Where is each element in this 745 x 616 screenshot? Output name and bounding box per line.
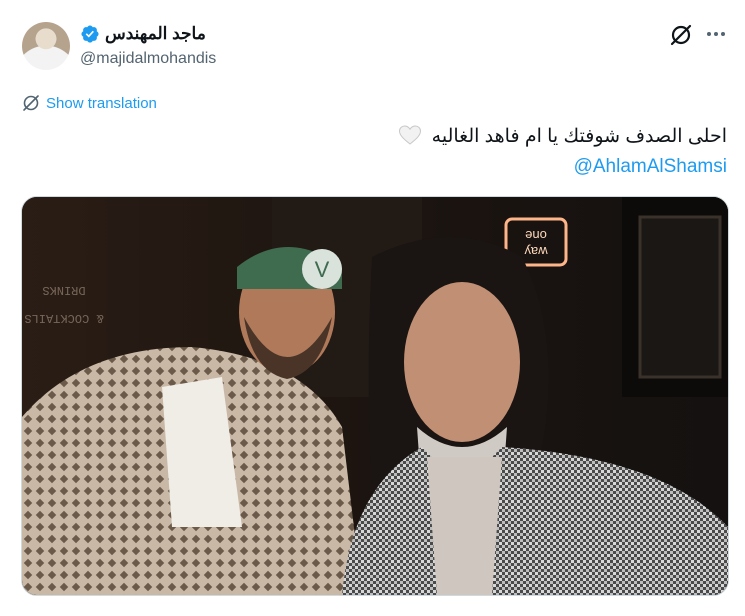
tweet-photo[interactable]: one way DRINKS & COCKTAILS V — [21, 196, 729, 596]
mention-link[interactable]: @AhlamAlShamsi — [574, 152, 727, 181]
verified-badge-icon — [80, 24, 100, 44]
wall-sign-line1: DRINKS — [42, 283, 85, 297]
svg-text:V: V — [315, 257, 330, 282]
user-handle[interactable]: @majidalmohandis — [80, 50, 216, 68]
globe-icon — [22, 94, 40, 112]
wall-sign-line2: & COCKTAILS — [24, 311, 103, 325]
show-translation-label: Show translation — [46, 94, 157, 112]
show-translation-link[interactable]: Show translation — [22, 94, 157, 112]
author-name-row[interactable]: ماجد المهندس — [80, 24, 206, 44]
neon-sign-line1: one — [525, 228, 547, 243]
tweet-body: احلى الصدف شوفتك يا ام فاهد الغاليه — [431, 126, 727, 147]
more-icon[interactable] — [704, 22, 728, 46]
neon-sign-line2: way — [524, 244, 549, 259]
white-heart-icon — [398, 125, 422, 145]
grok-icon[interactable] — [668, 22, 694, 48]
avatar[interactable] — [22, 22, 70, 70]
tweet-text: احلى الصدف شوفتك يا ام فاهد الغاليه — [87, 122, 727, 151]
display-name: ماجد المهندس — [105, 24, 206, 43]
